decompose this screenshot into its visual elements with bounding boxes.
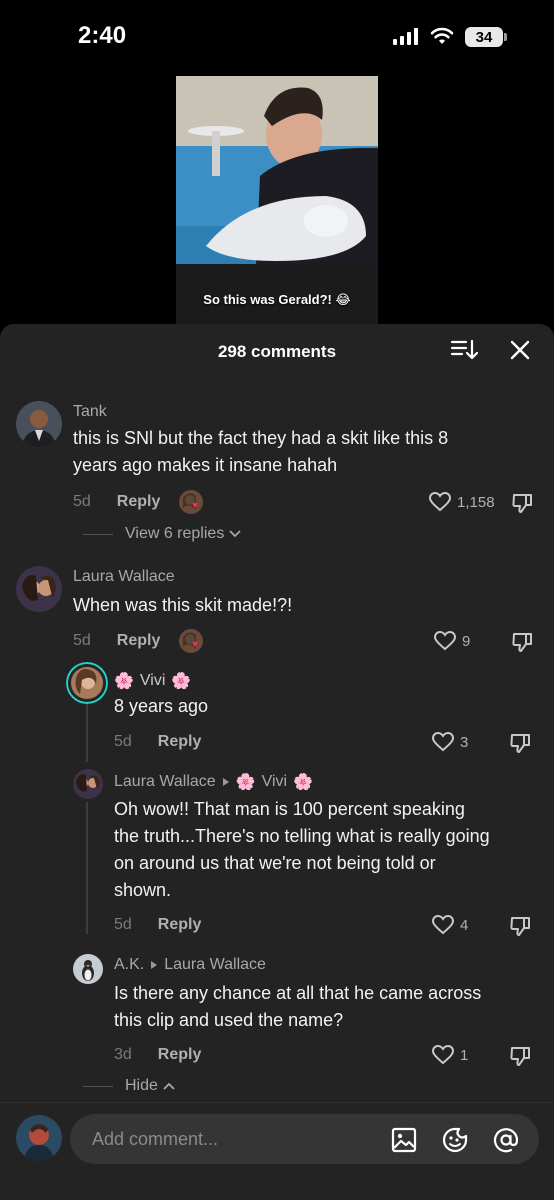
comment-text: 8 years ago (114, 696, 209, 716)
dislike-icon[interactable] (511, 631, 533, 653)
comment-text: this is SNl but the fact they had a skit… (73, 428, 449, 475)
emoji-icon[interactable] (442, 1127, 468, 1153)
avatar[interactable] (73, 954, 103, 984)
comment-input-bar: Add comment... (0, 1102, 554, 1200)
comment-age: 5d (73, 493, 91, 510)
reply-arrow-icon (222, 778, 229, 786)
mention-icon[interactable] (493, 1127, 519, 1153)
like-count: 1 (460, 1046, 469, 1064)
chevron-up-icon (163, 1082, 175, 1090)
heart-icon (434, 631, 456, 651)
flower-icon: 🌸 (114, 673, 134, 690)
like-button[interactable]: 9 (434, 631, 470, 651)
dislike-icon[interactable] (511, 492, 533, 514)
comment-text: Is there any chance at all that he came … (114, 983, 482, 1030)
signal-icon (393, 28, 418, 45)
reply-button[interactable]: Reply (117, 632, 161, 650)
flower-icon: 🌸 (293, 774, 314, 791)
reply-ak: A.K. Laura Wallace Is there any chance a… (0, 950, 554, 1070)
like-button[interactable]: 3 (432, 732, 468, 752)
dislike-icon[interactable] (509, 732, 531, 754)
battery-level: 34 (475, 28, 493, 46)
like-count: 4 (460, 916, 469, 934)
comment-laura-wallace: Laura Wallace When was this skit made!?!… (0, 554, 554, 653)
video-thumbnail (176, 76, 378, 324)
my-avatar[interactable] (16, 1115, 62, 1161)
input-placeholder: Add comment... (92, 1129, 219, 1149)
wifi-icon (430, 27, 454, 44)
like-button[interactable]: 1,158 (429, 492, 495, 512)
creator-liked-avatar (179, 629, 203, 653)
image-icon[interactable] (391, 1127, 417, 1153)
creator-liked-avatar (179, 490, 203, 514)
reply-arrow-icon (151, 961, 158, 969)
comment-text: When was this skit made!?! (73, 595, 293, 615)
view-replies-button[interactable]: View 6 replies (83, 525, 242, 543)
heart-icon (432, 1045, 454, 1065)
heart-icon (432, 732, 454, 752)
avatar[interactable] (73, 769, 103, 799)
comment-age: 3d (114, 1046, 132, 1063)
comment-age: 5d (114, 916, 132, 933)
comment-age: 5d (73, 632, 91, 649)
reply-button[interactable]: Reply (117, 493, 161, 511)
comment-text: Oh wow!! That man is 100 percent speakin… (114, 799, 490, 900)
comment-username[interactable]: Laura Wallace 🌸 Vivi 🌸 (114, 772, 313, 792)
reply-button[interactable]: Reply (158, 916, 202, 934)
flower-icon: 🌸 (235, 774, 256, 791)
comment-username[interactable]: Tank (73, 403, 107, 421)
reply-laura-wallace: Laura Wallace 🌸 Vivi 🌸 Oh wow!! That man… (0, 766, 554, 946)
like-button[interactable]: 1 (432, 1045, 468, 1065)
like-button[interactable]: 4 (432, 915, 468, 935)
heart-icon (432, 915, 454, 935)
hide-replies-button[interactable]: Hide (83, 1077, 176, 1095)
comment-username[interactable]: 🌸 Vivi 🌸 (114, 671, 191, 691)
like-count: 9 (462, 632, 471, 650)
reply-button[interactable]: Reply (158, 733, 202, 751)
avatar[interactable] (16, 566, 62, 612)
like-count: 1,158 (457, 493, 495, 511)
comment-username[interactable]: Laura Wallace (73, 568, 175, 586)
comment-meta: 5d Reply (73, 493, 160, 511)
video-caption: So this was Gerald?! 😂 (203, 292, 351, 307)
avatar[interactable] (16, 401, 62, 447)
comment-username[interactable]: A.K. Laura Wallace (114, 956, 266, 974)
comment-age: 5d (114, 733, 132, 750)
comment-meta: 5d Reply (73, 632, 160, 650)
video-preview[interactable]: So this was Gerald?! 😂 (176, 76, 378, 324)
like-count: 3 (460, 733, 469, 751)
comment-tank: Tank this is SNl but the fact they had a… (0, 324, 554, 554)
avatar[interactable] (66, 662, 108, 704)
battery-icon: 34 (465, 27, 507, 47)
add-comment-input[interactable]: Add comment... (70, 1114, 539, 1164)
chevron-down-icon (229, 530, 241, 538)
reply-vivi: 🌸 Vivi 🌸 8 years ago 5d Reply 3 (0, 662, 554, 754)
flower-icon: 🌸 (171, 673, 192, 690)
comment-meta: 3d Reply (114, 1046, 201, 1064)
reply-button[interactable]: Reply (158, 1046, 202, 1064)
heart-icon (429, 492, 451, 512)
status-bar: 2:40 34 (0, 0, 554, 70)
comments-sheet: 298 comments Tank this is SNl but the fa… (0, 324, 554, 1200)
comment-meta: 5d Reply (114, 916, 201, 934)
dislike-icon[interactable] (509, 915, 531, 937)
status-time: 2:40 (78, 22, 127, 49)
comment-meta: 5d Reply (114, 733, 201, 751)
dislike-icon[interactable] (509, 1045, 531, 1067)
